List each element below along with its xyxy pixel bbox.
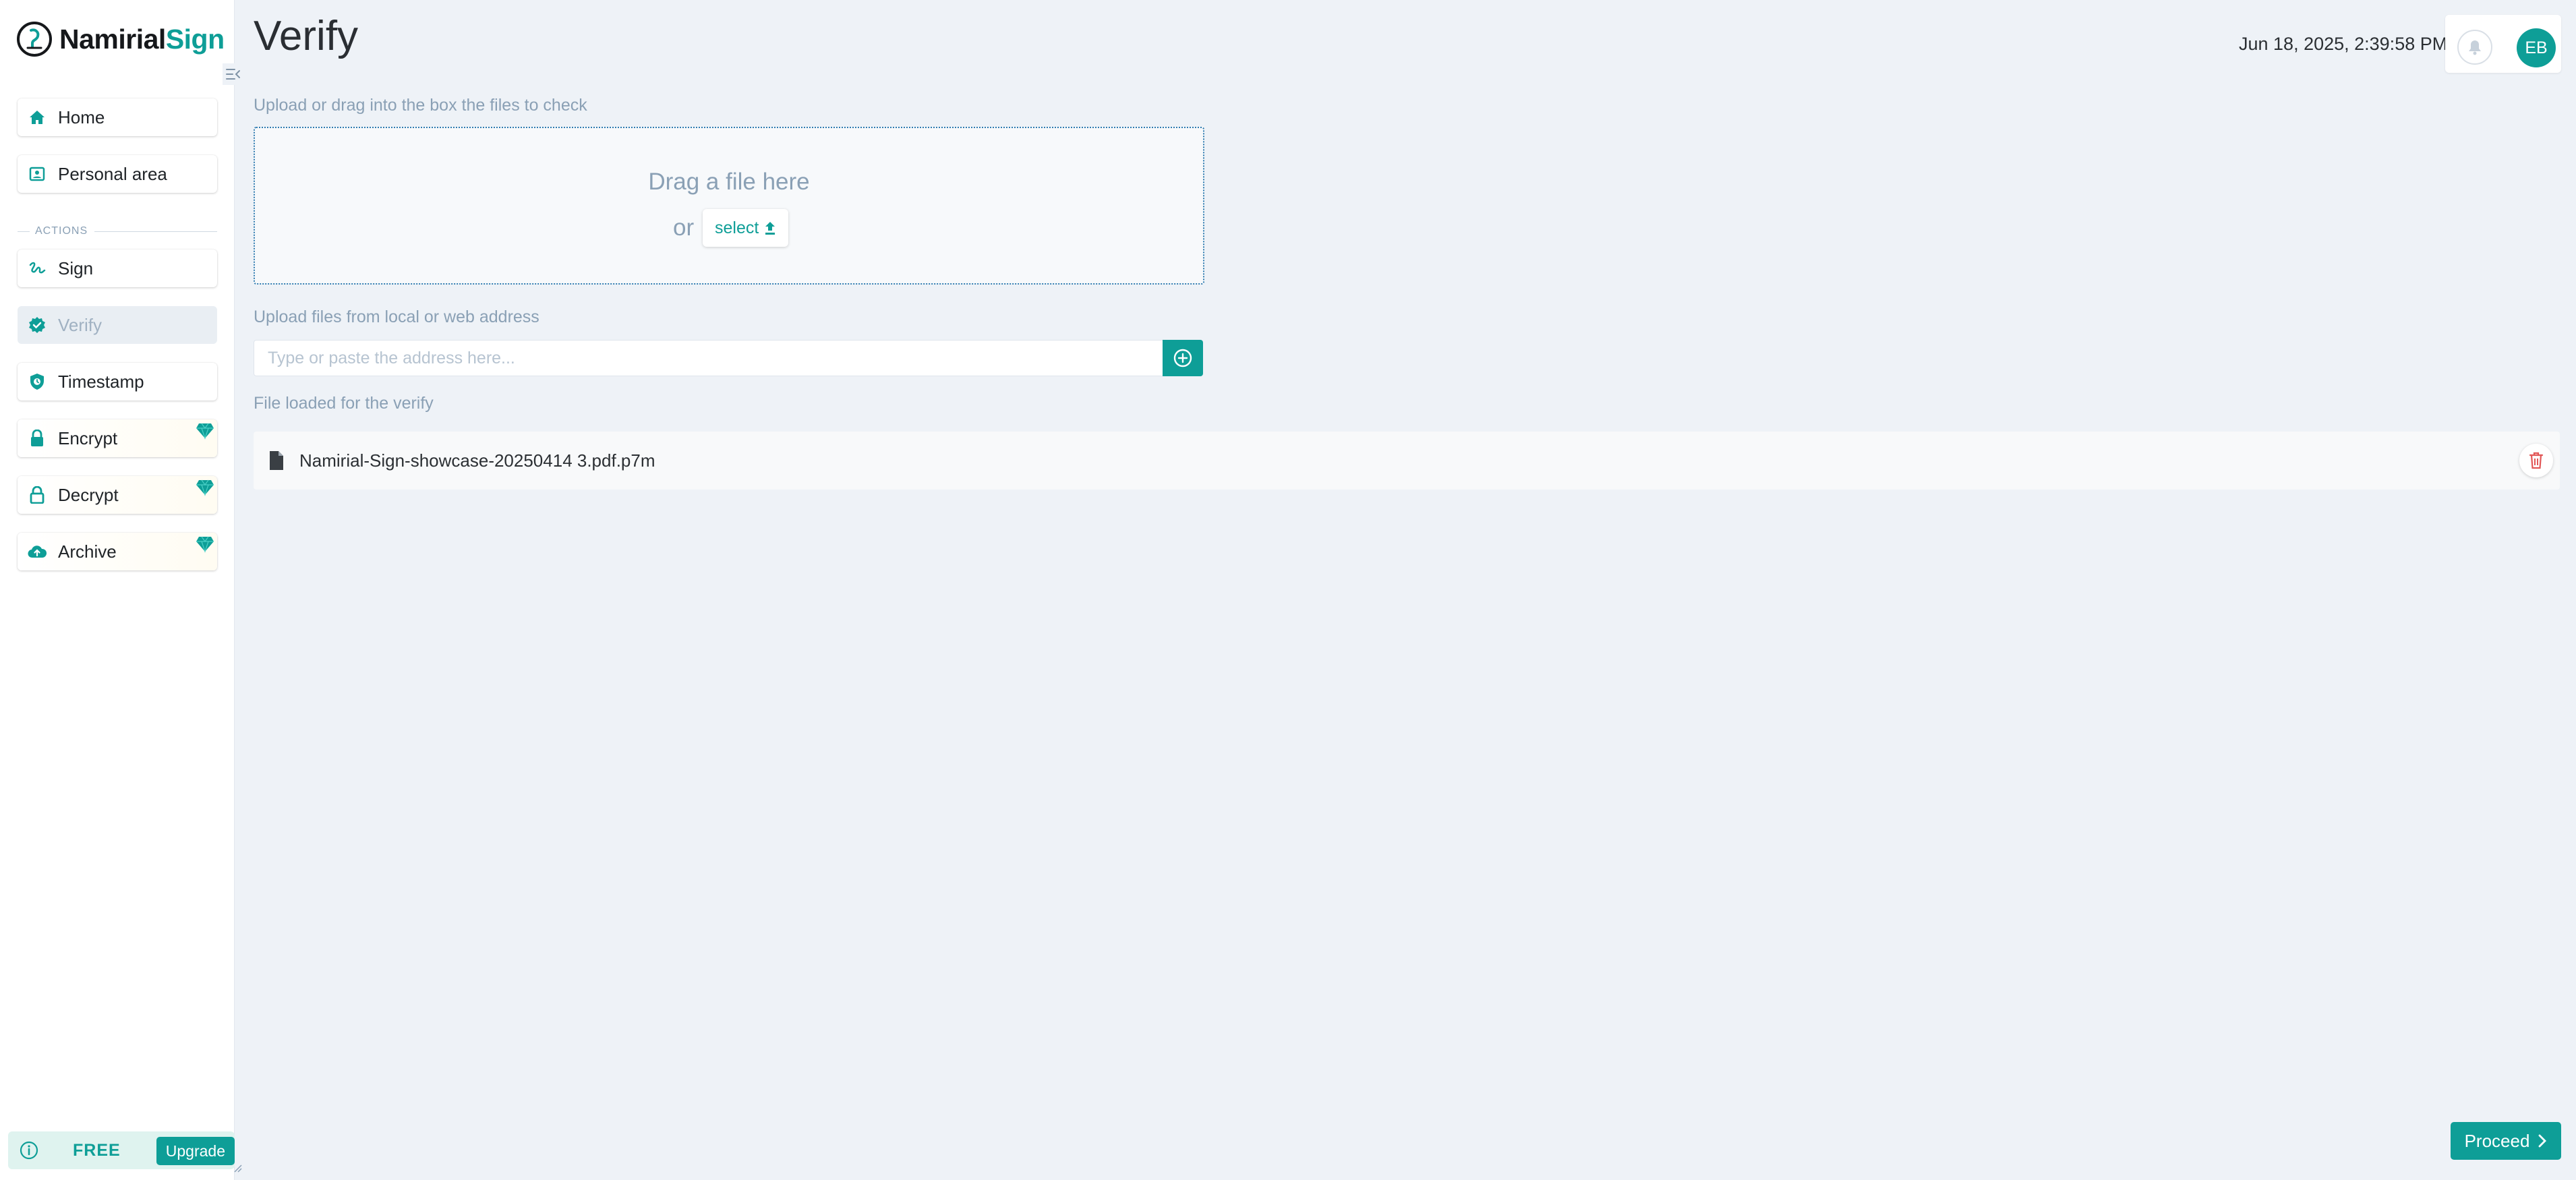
- collapse-sidebar-icon: [226, 69, 240, 80]
- namirial-logo-icon: [17, 22, 52, 57]
- plan-label: FREE: [73, 1140, 121, 1160]
- sidebar: NamirialSign Home Personal area ACTIONS …: [0, 0, 244, 1180]
- premium-gem-icon: [196, 423, 214, 440]
- proceed-button[interactable]: Proceed: [2451, 1122, 2561, 1160]
- bell-icon: [2469, 40, 2481, 55]
- sidebar-item-personal-area[interactable]: Personal area: [18, 155, 217, 193]
- chevron-right-icon: [2539, 1134, 2547, 1148]
- unlock-icon: [27, 485, 47, 505]
- check-badge-icon: [27, 315, 47, 335]
- logo-text: NamirialSign: [59, 23, 225, 55]
- plan-bar: FREE Upgrade: [8, 1131, 235, 1169]
- loaded-file-row: Namirial-Sign-showcase-20250414 3.pdf.p7…: [254, 432, 2560, 490]
- sidebar-item-label: Decrypt: [58, 484, 119, 505]
- dropzone-title: Drag a file here: [648, 169, 810, 195]
- sidebar-item-label: Personal area: [58, 163, 167, 184]
- resize-grip-icon[interactable]: [233, 1164, 243, 1173]
- id-card-icon: [27, 164, 47, 184]
- sidebar-item-encrypt[interactable]: Encrypt: [18, 419, 217, 457]
- dropzone-or-text: or: [673, 214, 695, 241]
- lock-icon: [27, 428, 47, 448]
- file-icon: [270, 451, 283, 470]
- sidebar-item-sign[interactable]: Sign: [18, 249, 217, 287]
- premium-gem-icon: [196, 479, 214, 496]
- sidebar-item-verify[interactable]: Verify: [18, 306, 217, 344]
- sidebar-item-label: Verify: [58, 314, 103, 335]
- app-logo[interactable]: NamirialSign: [16, 20, 225, 58]
- url-upload-label: Upload files from local or web address: [254, 307, 539, 326]
- upgrade-button[interactable]: Upgrade: [156, 1137, 235, 1165]
- user-toolbar: EB: [2445, 15, 2561, 73]
- proceed-label: Proceed: [2464, 1130, 2530, 1151]
- user-avatar[interactable]: EB: [2517, 28, 2556, 67]
- upload-instructions-label: Upload or drag into the box the files to…: [254, 96, 587, 115]
- cloud-upload-icon: [27, 541, 47, 562]
- shield-clock-icon: [27, 372, 47, 392]
- sidebar-item-home[interactable]: Home: [18, 98, 217, 136]
- sidebar-item-label: Archive: [58, 541, 117, 562]
- sidebar-item-archive[interactable]: Archive: [18, 533, 217, 570]
- collapse-sidebar-button[interactable]: [223, 63, 244, 85]
- notifications-button[interactable]: [2457, 30, 2492, 65]
- select-button-label: select: [715, 218, 759, 237]
- url-input[interactable]: [254, 340, 1164, 376]
- sidebar-item-label: Encrypt: [58, 427, 118, 448]
- info-icon[interactable]: [19, 1140, 39, 1160]
- premium-gem-icon: [196, 536, 214, 553]
- sidebar-item-label: Home: [58, 107, 105, 127]
- add-url-button[interactable]: [1163, 340, 1203, 376]
- sidebar-item-label: Sign: [58, 258, 94, 278]
- loaded-files-label: File loaded for the verify: [254, 394, 434, 413]
- select-file-button[interactable]: select: [703, 209, 789, 247]
- file-dropzone[interactable]: Drag a file here or select: [254, 127, 1204, 285]
- home-icon: [27, 107, 47, 127]
- trash-icon: [2529, 452, 2544, 469]
- sidebar-item-label: Timestamp: [58, 371, 144, 392]
- sidebar-item-timestamp[interactable]: Timestamp: [18, 363, 217, 401]
- delete-file-button[interactable]: [2519, 444, 2553, 477]
- actions-section-label: ACTIONS: [18, 225, 217, 238]
- upload-icon: [765, 222, 775, 235]
- current-datetime: Jun 18, 2025, 2:39:58 PM: [2239, 34, 2448, 54]
- sidebar-item-decrypt[interactable]: Decrypt: [18, 476, 217, 514]
- page-title: Verify: [254, 13, 359, 59]
- file-name: Namirial-Sign-showcase-20250414 3.pdf.p7…: [299, 450, 655, 471]
- signature-icon: [27, 258, 47, 278]
- plus-circle-icon: [1173, 349, 1192, 367]
